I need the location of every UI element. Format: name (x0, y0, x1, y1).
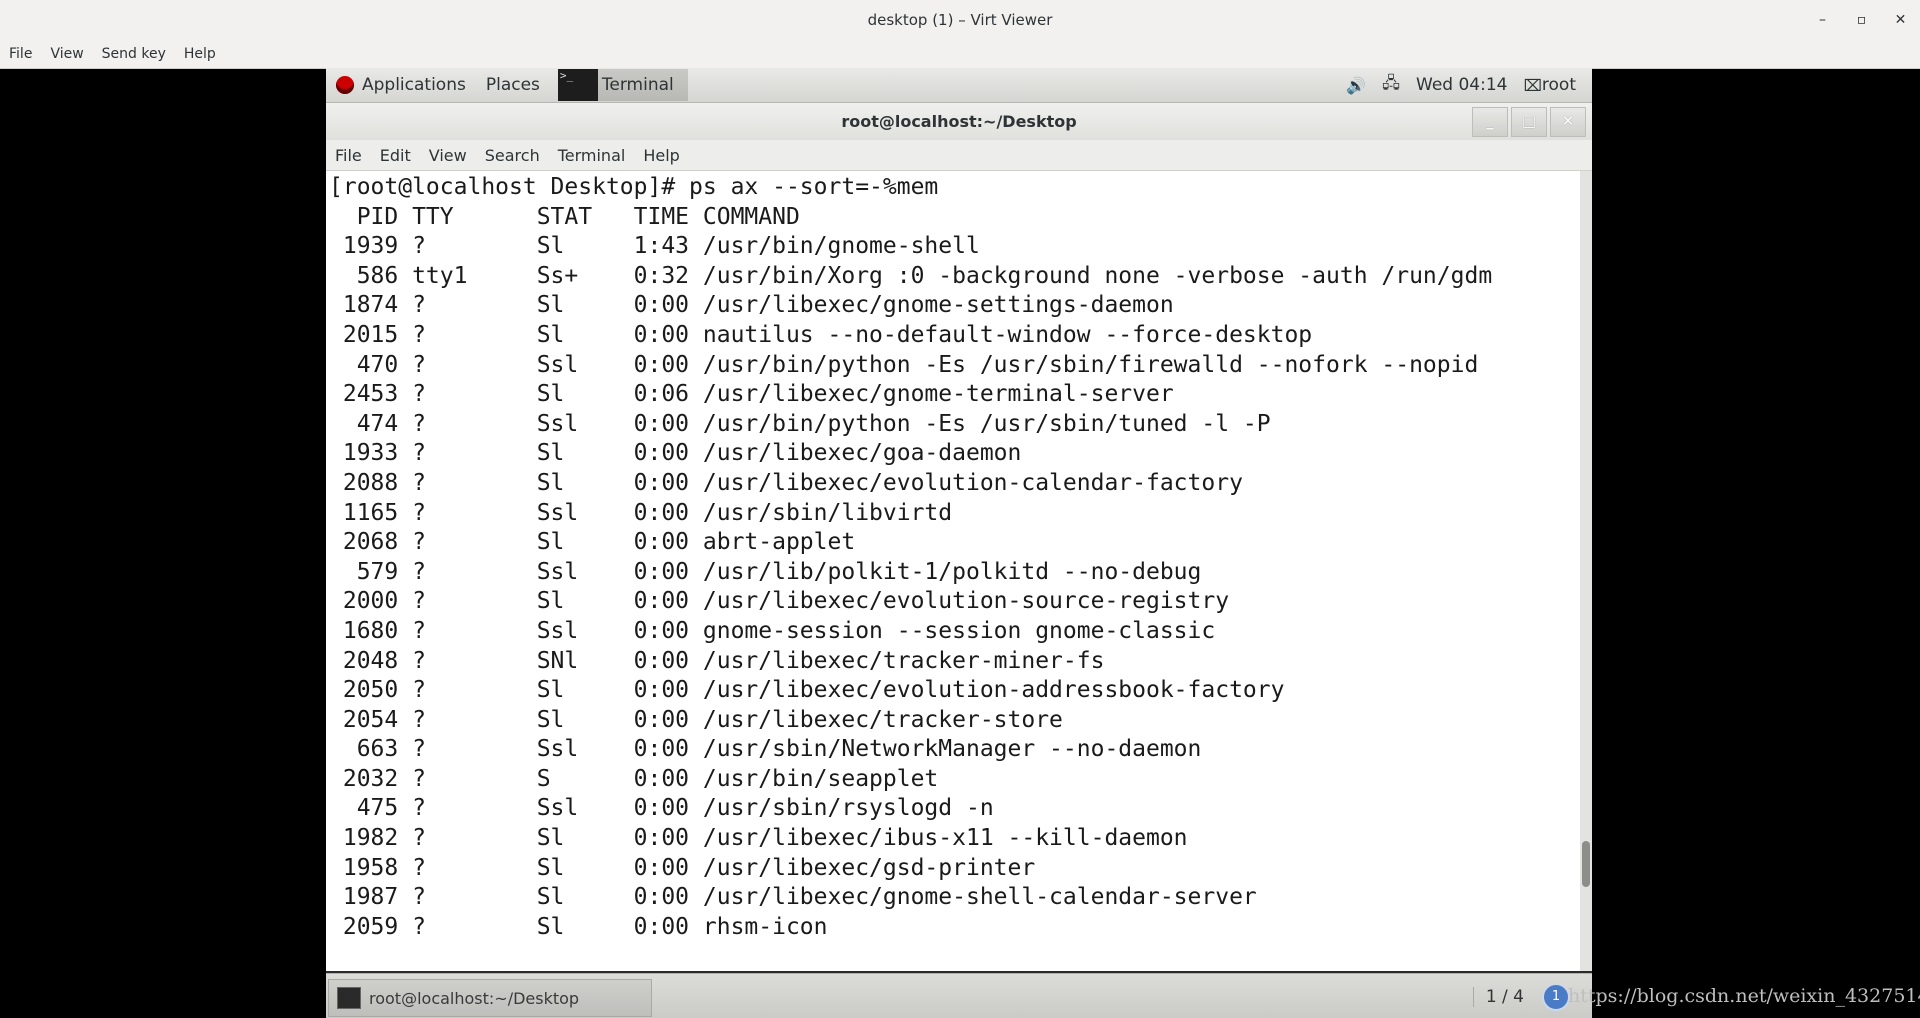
terminal-close-button[interactable]: ✕ (1550, 107, 1586, 137)
host-menubar: File View Send key Help (0, 40, 1920, 69)
process-row: 1874 ? Sl 0:00 /usr/libexec/gnome-settin… (329, 292, 1174, 319)
applications-menu[interactable]: Applications (326, 75, 476, 95)
terminal-menu-terminal[interactable]: Terminal (549, 146, 635, 165)
applications-label: Applications (362, 75, 466, 95)
process-row: 2050 ? Sl 0:00 /usr/libexec/evolution-ad… (329, 677, 1285, 704)
process-row: 1939 ? Sl 1:43 /usr/bin/gnome-shell (329, 233, 980, 260)
terminal-app-icon (557, 69, 598, 101)
user-menu[interactable]: ⌧ root (1515, 75, 1584, 95)
gnome-bottom-panel: root@localhost:~/Desktop 1 / 4 1 (326, 973, 1592, 1018)
host-menu-file[interactable]: File (0, 46, 41, 62)
window-list-label: root@localhost:~/Desktop (369, 988, 580, 1008)
terminal-titlebar: root@localhost:~/Desktop _ □ ✕ (326, 103, 1592, 140)
process-row: 663 ? Ssl 0:00 /usr/sbin/NetworkManager … (329, 736, 1202, 763)
command-prompt: [root@localhost Desktop]# ps ax --sort=-… (329, 174, 939, 200)
process-row: 1680 ? Ssl 0:00 gnome-session --session … (329, 617, 1216, 644)
process-row: 1933 ? Sl 0:00 /usr/libexec/goa-daemon (329, 440, 1022, 467)
process-row: 579 ? Ssl 0:00 /usr/lib/polkit-1/polkitd… (329, 558, 1202, 585)
process-row: 2048 ? SNl 0:00 /usr/libexec/tracker-min… (329, 647, 1105, 674)
network-icon[interactable]: 🖧 (1374, 72, 1408, 99)
process-row: 2059 ? Sl 0:00 rhsm-icon (329, 913, 828, 940)
clock[interactable]: Wed 04:14 (1408, 75, 1515, 95)
terminal-small-icon (337, 987, 361, 1009)
watermark: https://blog.csdn.net/weixin_43275140 (1568, 985, 1920, 1007)
host-window-title: desktop (1) – Virt Viewer (867, 11, 1053, 29)
process-row: 2000 ? Sl 0:00 /usr/libexec/evolution-so… (329, 588, 1230, 615)
host-minimize-button[interactable]: – (1803, 12, 1842, 28)
terminal-output[interactable]: [root@localhost Desktop]# ps ax --sort=-… (326, 171, 1580, 971)
terminal-text: [root@localhost Desktop]# ps ax --sort=-… (326, 171, 1580, 942)
notification-badge[interactable]: 1 (1542, 983, 1570, 1011)
host-menu-view[interactable]: View (41, 46, 92, 62)
terminal-menu-view[interactable]: View (420, 146, 476, 165)
host-close-button[interactable]: ✕ (1881, 12, 1920, 28)
places-menu[interactable]: Places (476, 75, 550, 95)
process-row: 1958 ? Sl 0:00 /usr/libexec/gsd-printer (329, 854, 1036, 881)
volume-icon[interactable]: 🔊 (1338, 76, 1374, 95)
workspace-switcher[interactable]: 1 / 4 1 (1472, 979, 1570, 1015)
terminal-menubar: File Edit View Search Terminal Help (326, 140, 1592, 171)
taskbar-terminal[interactable]: Terminal (557, 69, 688, 101)
terminal-window-controls: _ □ ✕ (1469, 107, 1586, 137)
host-menu-help[interactable]: Help (175, 46, 225, 62)
terminal-maximize-button[interactable]: □ (1511, 107, 1547, 137)
host-maximize-button[interactable]: ▫ (1842, 12, 1881, 28)
process-row: 1987 ? Sl 0:00 /usr/libexec/gnome-shell-… (329, 884, 1257, 911)
process-row: 2088 ? Sl 0:00 /usr/libexec/evolution-ca… (329, 469, 1243, 496)
process-row: 2453 ? Sl 0:06 /usr/libexec/gnome-termin… (329, 381, 1174, 408)
process-row: 2015 ? Sl 0:00 nautilus --no-default-win… (329, 321, 1313, 348)
terminal-minimize-button[interactable]: _ (1472, 107, 1508, 137)
terminal-title: root@localhost:~/Desktop (841, 112, 1077, 131)
terminal-menu-file[interactable]: File (326, 146, 371, 165)
redhat-logo-icon (336, 76, 354, 94)
process-row: 470 ? Ssl 0:00 /usr/bin/python -Es /usr/… (329, 351, 1479, 378)
taskbar-terminal-label: Terminal (601, 75, 674, 95)
process-row: 1982 ? Sl 0:00 /usr/libexec/ibus-x11 --k… (329, 825, 1188, 852)
window-list-button[interactable]: root@localhost:~/Desktop (328, 979, 652, 1017)
user-name: root (1541, 75, 1576, 95)
process-row: 475 ? Ssl 0:00 /usr/sbin/rsyslogd -n (329, 795, 994, 822)
terminal-menu-edit[interactable]: Edit (371, 146, 420, 165)
terminal-scrollbar[interactable] (1580, 171, 1592, 971)
workspace-indicator[interactable]: 1 / 4 (1472, 987, 1536, 1007)
host-titlebar: desktop (1) – Virt Viewer – ▫ ✕ (0, 0, 1920, 41)
terminal-menu-help[interactable]: Help (634, 146, 688, 165)
process-row: 2054 ? Sl 0:00 /usr/libexec/tracker-stor… (329, 706, 1063, 733)
process-row: 2068 ? Sl 0:00 abrt-applet (329, 529, 856, 556)
host-menu-send-key[interactable]: Send key (93, 46, 175, 62)
user-icon: ⌧ (1523, 75, 1542, 95)
process-row: 2032 ? S 0:00 /usr/bin/seapplet (329, 765, 939, 792)
process-row: 474 ? Ssl 0:00 /usr/bin/python -Es /usr/… (329, 410, 1271, 437)
process-row: 1165 ? Ssl 0:00 /usr/sbin/libvirtd (329, 499, 953, 526)
host-window-controls: – ▫ ✕ (1803, 0, 1920, 40)
ps-header: PID TTY STAT TIME COMMAND (329, 203, 800, 230)
process-row: 586 tty1 Ss+ 0:32 /usr/bin/Xorg :0 -back… (329, 262, 1493, 289)
terminal-menu-search[interactable]: Search (476, 146, 549, 165)
gnome-status-area: 🔊 🖧 Wed 04:14 ⌧ root (1338, 72, 1592, 99)
guest-screen: Applications Places Terminal 🔊 🖧 Wed 04:… (326, 68, 1592, 1018)
scrollbar-thumb[interactable] (1582, 841, 1590, 887)
gnome-top-panel: Applications Places Terminal 🔊 🖧 Wed 04:… (326, 68, 1592, 103)
